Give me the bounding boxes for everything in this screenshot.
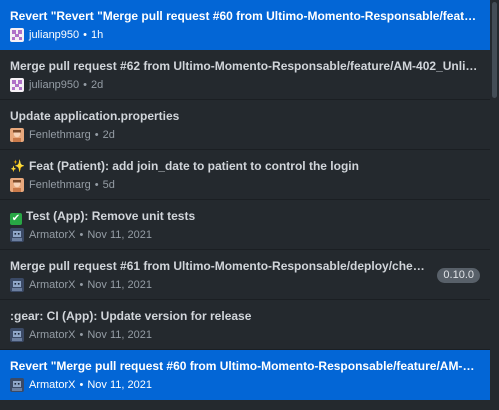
commit-time: 2d — [91, 79, 104, 91]
commit-author: ArmatorX — [29, 229, 76, 241]
commit-meta: julianp950 • 2d — [10, 77, 103, 93]
sparkles-icon: ✨ — [10, 159, 25, 173]
commit-summary-text: Feat (Patient): add join_date to patient… — [28, 159, 359, 173]
meta-separator: • — [94, 129, 99, 141]
check-mark-icon: ✔ — [10, 213, 22, 225]
scrollbar[interactable] — [490, 0, 499, 410]
avatar — [10, 128, 24, 142]
commit-time: Nov 11, 2021 — [87, 379, 152, 391]
avatar — [10, 328, 24, 342]
commit-author: ArmatorX — [29, 279, 76, 291]
meta-separator: • — [79, 379, 84, 391]
commit-list-item[interactable]: Merge pull request #62 from Ultimo-Momen… — [0, 50, 490, 100]
commit-list-item[interactable]: ✨ Feat (Patient): add join_date to patien… — [0, 150, 490, 200]
commit-history-list: Revert "Revert "Merge pull request #60 f… — [0, 0, 490, 410]
commit-author: ArmatorX — [29, 379, 76, 391]
commit-list-item[interactable]: Revert "Revert "Merge pull request #60 f… — [0, 0, 490, 50]
commit-summary-text: :gear: CI (App): Update version for rele… — [10, 309, 252, 323]
commit-list-item[interactable]: :gear: CI (App): Update version for rele… — [0, 300, 490, 350]
avatar — [10, 378, 24, 392]
commit-summary: Merge pull request #62 from Ultimo-Momen… — [10, 59, 478, 74]
avatar — [10, 228, 24, 242]
avatar — [10, 28, 24, 42]
meta-separator: • — [94, 179, 99, 191]
commit-author: julianp950 — [29, 79, 80, 91]
commit-summary: Revert "Merge pull request #60 from Ulti… — [10, 359, 478, 374]
commit-time: 1h — [91, 29, 104, 41]
commit-time: 2d — [102, 129, 115, 141]
avatar — [10, 278, 24, 292]
commit-meta: Fenlethmarg • 5d — [10, 177, 115, 193]
meta-separator: • — [79, 329, 84, 341]
commit-summary: :gear: CI (App): Update version for rele… — [10, 309, 478, 324]
commit-list-item[interactable]: Revert "Merge pull request #60 from Ulti… — [0, 350, 490, 400]
commit-author: Fenlethmarg — [29, 129, 91, 141]
meta-separator: • — [83, 79, 88, 91]
commit-summary: Update application.properties — [10, 109, 478, 124]
meta-separator: • — [83, 29, 88, 41]
commit-author: julianp950 — [29, 29, 80, 41]
commit-time: Nov 11, 2021 — [87, 329, 152, 341]
commit-summary-text: Update application.properties — [10, 109, 180, 123]
commit-meta: ArmatorX • Nov 11, 2021 — [10, 377, 152, 393]
scrollbar-thumb[interactable] — [492, 2, 497, 98]
commit-summary-text: Revert "Revert "Merge pull request #60 f… — [10, 9, 478, 23]
commit-author: Fenlethmarg — [29, 179, 91, 191]
commit-meta: ArmatorX • Nov 11, 2021 — [10, 227, 152, 243]
commit-meta: ArmatorX • Nov 11, 2021 — [10, 327, 152, 343]
commit-summary-text: Merge pull request #61 from Ultimo-Momen… — [10, 259, 428, 273]
avatar — [10, 78, 24, 92]
commit-summary-text: Revert "Merge pull request #60 from Ulti… — [10, 359, 478, 373]
commit-meta: julianp950 • 1h — [10, 27, 103, 43]
meta-separator: • — [79, 229, 84, 241]
commit-list-item[interactable]: ✔ Test (App): Remove unit tests ArmatorX • N… — [0, 200, 490, 250]
commit-meta: Fenlethmarg • 2d — [10, 127, 115, 143]
commit-summary: ✔ Test (App): Remove unit tests — [10, 209, 478, 225]
commit-summary-text: Test (App): Remove unit tests — [26, 209, 196, 223]
commit-time: Nov 11, 2021 — [87, 279, 152, 291]
commit-summary: ✨ Feat (Patient): add join_date to patien… — [10, 159, 478, 174]
commit-author: ArmatorX — [29, 329, 76, 341]
commit-time: Nov 11, 2021 — [87, 229, 152, 241]
commit-summary-text: Merge pull request #62 from Ultimo-Momen… — [10, 59, 478, 73]
commit-list-item[interactable]: Merge pull request #61 from Ultimo-Momen… — [0, 250, 490, 300]
commit-summary: Merge pull request #61 from Ultimo-Momen… — [10, 259, 428, 274]
tag-badge: 0.10.0 — [437, 268, 480, 283]
meta-separator: • — [79, 279, 84, 291]
commit-time: 5d — [102, 179, 115, 191]
avatar — [10, 178, 24, 192]
commit-summary: Revert "Revert "Merge pull request #60 f… — [10, 9, 478, 24]
commit-list-item[interactable]: Update application.properties Fenlethmarg… — [0, 100, 490, 150]
commit-meta: ArmatorX • Nov 11, 2021 — [10, 277, 152, 293]
